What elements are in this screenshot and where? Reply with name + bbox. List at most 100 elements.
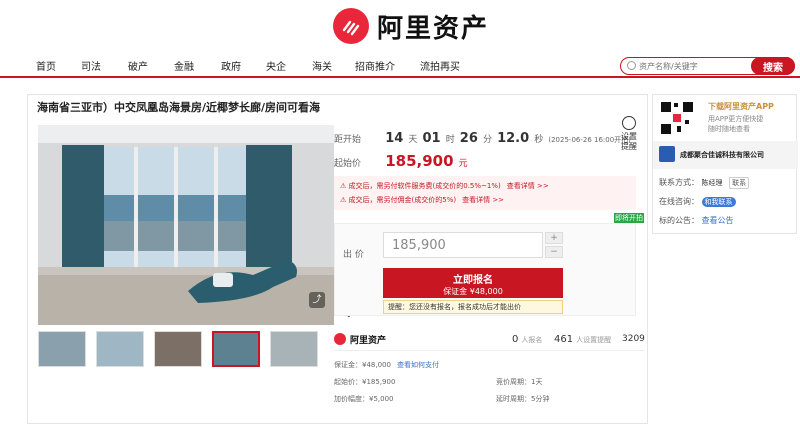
app-line-1: 用APP更方便快捷 [708,115,764,123]
warning-icon: ⚠ [340,196,349,204]
online-chat-button[interactable]: 和我联系 [701,197,736,207]
thumbnail-4[interactable] [212,331,260,367]
set-reminder-button[interactable]: 设置 提醒 [614,116,644,152]
search-icon [627,61,636,70]
stat-signups-value: 0 [512,334,519,345]
nav-item-soe[interactable]: 央企 [266,58,286,73]
warning-icon: ⚠ [340,182,349,190]
thumbnail-1[interactable] [38,331,86,367]
countdown: 距开始 14 天 01 时 26 分 12.0 秒 (2025-06-26 16… [334,127,631,146]
contact-name: 陈经理 [701,179,723,187]
countdown-seconds: 12.0 [497,131,530,146]
organization-row: 成都聚合佳诚科技有限公司 [653,141,798,169]
countdown-hours: 01 [422,131,441,146]
notice-text-2: 成交后，需另付佣金(成交价的5%) [348,196,457,204]
stat-views-value: 3209 [622,334,645,344]
bid-area: 出 价 + − 立即报名 保证金 ¥48,000 提醒：您还没有报名，报名成功后… [334,223,636,316]
notice-line-1: ⚠ 成交后，需另付软件服务费(成交价的0.5%~1%) 查看详情 >> [340,181,549,191]
search-bar: 搜索 [620,57,795,75]
countdown-seconds-unit: 秒 [534,135,544,145]
notice-row: 标的公告： 查看公告 [659,215,734,226]
stat-signups: 0 人报名 [512,334,542,345]
logo-mark-icon [333,8,369,44]
bid-increase-button[interactable]: + [545,232,563,244]
delay-detail: 延时周期：5分钟 [496,395,550,403]
organization-name[interactable]: 成都聚合佳诚科技有限公司 [680,150,764,160]
nav-item-resale[interactable]: 流拍再买 [420,58,460,73]
online-label: 在线咨询： [659,197,699,206]
start-status-badge: 即将开拍 [614,213,644,223]
notice-link-1[interactable]: 查看详情 >> [507,182,549,190]
contact-button[interactable]: 联系 [729,177,750,189]
signup-button[interactable]: 立即报名 保证金 ¥48,000 [383,268,563,298]
cycle-detail: 竞价周期：1天 [496,378,543,386]
nav-item-government[interactable]: 政府 [221,58,241,73]
bid-input[interactable] [383,232,543,258]
brand-name: 阿里资产 [350,336,387,346]
countdown-days-unit: 天 [408,135,418,145]
online-consult-row: 在线咨询： 和我联系 [659,196,736,207]
main-photo[interactable] [38,125,334,325]
start-price-row: 起始价 185,900 元 [334,151,468,170]
notice-link-2[interactable]: 查看详情 >> [462,196,504,204]
listing-panel: 海南省三亚市）中交凤凰岛海景房/近椰梦长廊/房间可看海 ⤴ 🔍 距 [27,94,648,424]
nav-item-customs[interactable]: 海关 [312,58,332,73]
nav-item-finance[interactable]: 金融 [174,58,194,73]
notice-link[interactable]: 查看公告 [702,216,734,225]
thumbnail-3[interactable] [154,331,202,367]
start-price-detail: 起始价：¥185,900 [334,378,396,386]
room-photo-image [38,125,334,325]
deposit-label: 保证金：¥48,000 [334,361,391,369]
countdown-minutes-unit: 分 [482,135,492,145]
qr-code-icon [659,100,695,136]
increment-detail: 加价幅度：¥5,000 [334,395,394,403]
signup-deposit: 保证金 ¥48,000 [443,287,503,296]
notice-text-1: 成交后，需另付软件服务费(成交价的0.5%~1%) [348,182,501,190]
fee-notice: ⚠ 成交后，需另付软件服务费(成交价的0.5%~1%) 查看详情 >> ⚠ 成交后… [334,176,636,210]
search-input[interactable] [639,60,754,73]
bid-label: 出 价 [343,250,364,260]
stat-views: 3209 [622,334,645,344]
deposit-detail: 保证金：¥48,000 查看如何支付 [334,360,439,370]
countdown-hours-unit: 时 [445,135,455,145]
app-download-title[interactable]: 下载阿里资产APP [708,101,774,112]
thumbnail-5[interactable] [270,331,318,367]
search-button[interactable]: 搜索 [751,57,795,75]
bid-decrease-button[interactable]: − [545,246,563,258]
logo-text: 阿里资产 [377,13,490,44]
signup-label: 立即报名 [453,275,493,286]
stat-reminders: 461 人设置提醒 [554,334,611,345]
side-panel: 下载阿里资产APP 用APP更方便快捷 随时随地查看 成都聚合佳诚科技有限公司 … [652,94,798,234]
thumbnail-2[interactable] [96,331,144,367]
notice-line-2: ⚠ 成交后，需另付佣金(成交价的5%) 查看详情 >> [340,195,504,205]
nav-item-investment[interactable]: 招商推介 [355,58,395,73]
clock-icon [622,116,636,130]
countdown-minutes: 26 [459,131,478,146]
remind-line-1: 设置 [621,132,637,141]
signup-tip: 提醒：您还没有报名，报名成功后才能出价 [383,300,563,314]
stat-signups-label: 人报名 [521,336,543,344]
organization-icon [659,146,675,162]
contact-row: 联系方式： 陈经理 联系 [659,177,750,189]
app-line-2: 随时随地查看 [708,125,750,133]
nav-item-bankruptcy[interactable]: 破产 [128,58,148,73]
stats-row: 阿里资产 0 人报名 461 人设置提醒 3209 [334,331,645,351]
thumbnail-strip [38,331,338,369]
start-price-unit: 元 [458,159,468,169]
nav-item-home[interactable]: 首页 [36,58,56,73]
share-icon[interactable]: ⤴ [309,292,325,308]
listing-title: 海南省三亚市）中交凤凰岛海景房/近椰梦长廊/房间可看海 [37,101,321,114]
start-price-value: 185,900 [385,152,454,170]
stat-reminders-value: 461 [554,334,574,345]
countdown-days: 14 [385,131,404,146]
countdown-label: 距开始 [334,135,362,145]
stat-reminders-label: 人设置提醒 [576,336,612,344]
deposit-link[interactable]: 查看如何支付 [397,361,439,369]
site-logo[interactable]: 阿里资产 [333,8,489,44]
remind-line-2: 提醒 [621,142,637,151]
start-price-label: 起始价 [334,159,362,169]
site-header: 阿里资产 [0,0,800,52]
nav-item-judicial[interactable]: 司法 [81,58,101,73]
notice-label: 标的公告： [659,216,699,225]
brand-logo-icon [334,333,346,345]
